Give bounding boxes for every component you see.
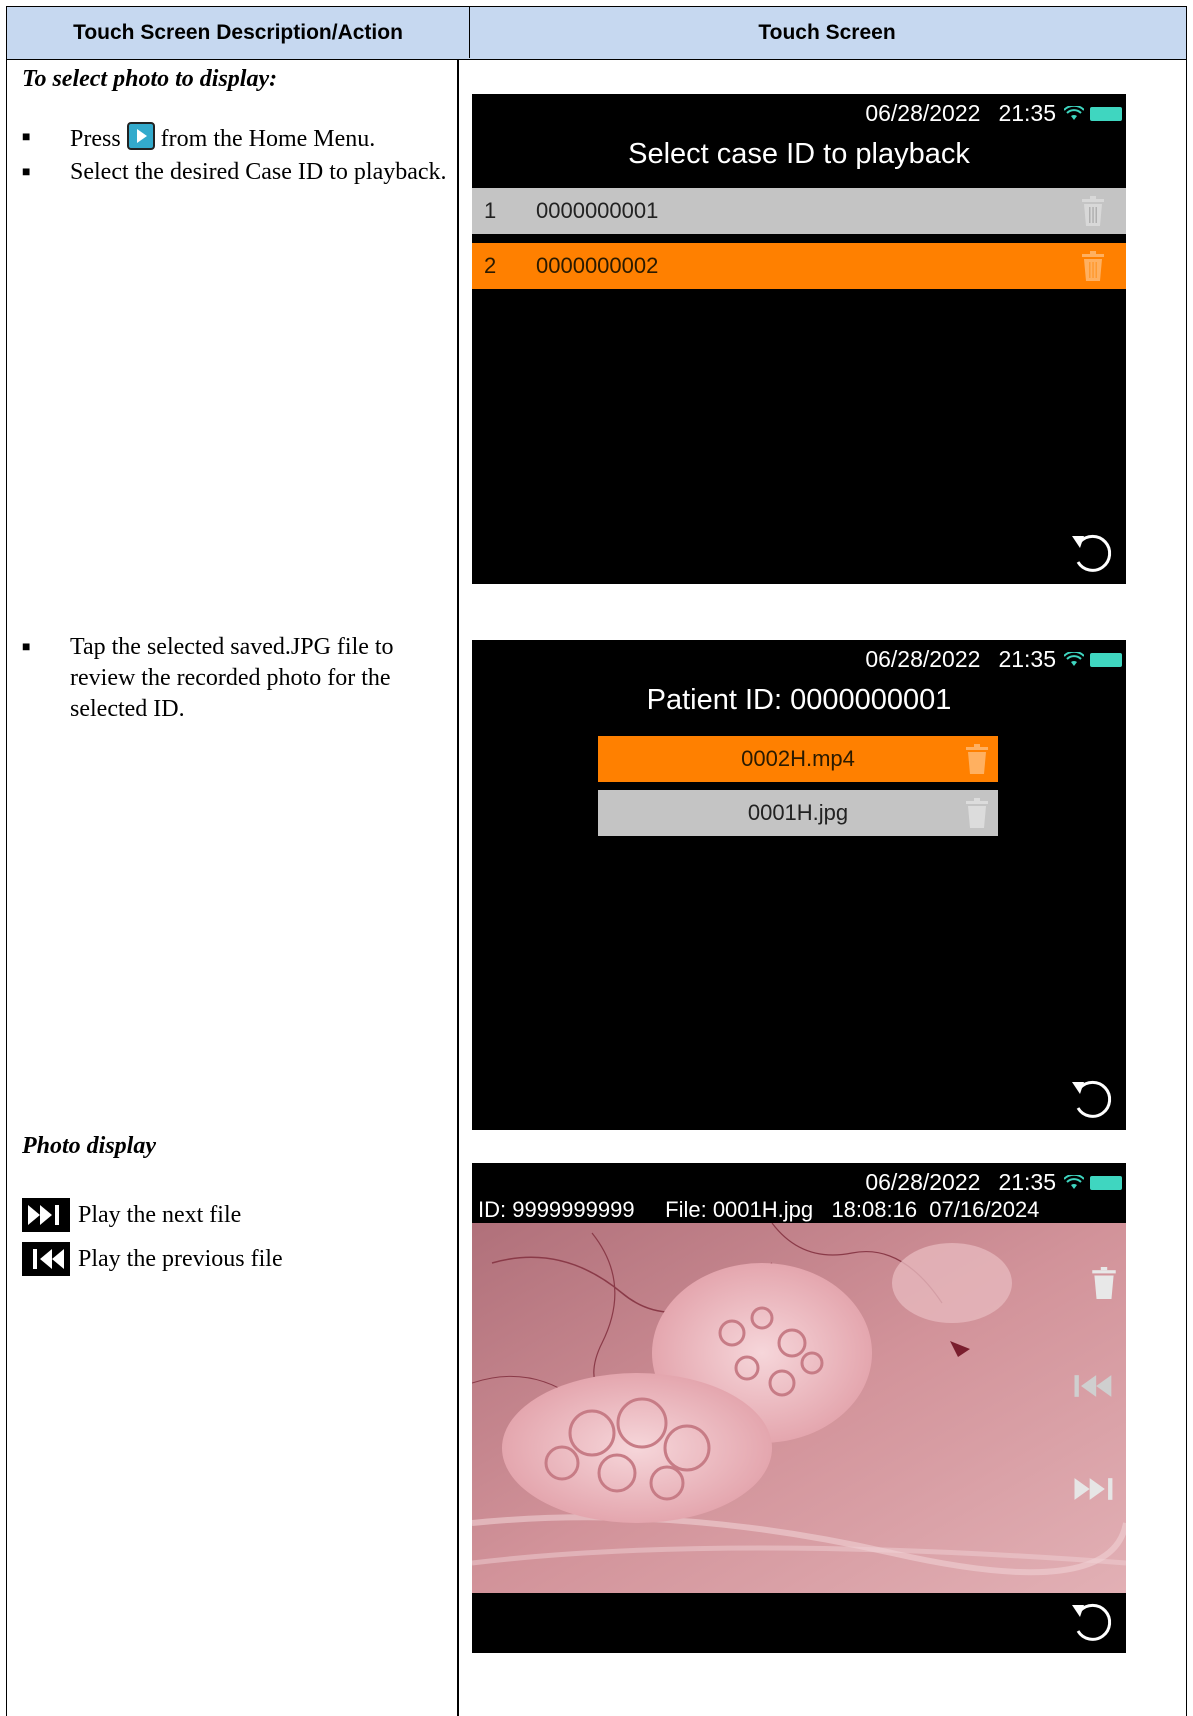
next-file-icon[interactable] [1072,1476,1116,1502]
previous-file-icon [22,1242,70,1276]
status-bar: 06/28/2022 21:35 [865,646,1122,673]
photo-view[interactable] [472,1223,1126,1593]
case-row-id: 0000000001 [536,198,659,223]
bullet-text: Press from the Home Menu. [70,122,460,155]
table-header: Touch Screen Description/Action Touch Sc… [6,6,1187,60]
column-divider [457,60,459,1716]
header-description: Touch Screen Description/Action [7,7,470,58]
tissue-photo [472,1223,1126,1593]
trash-icon[interactable] [1082,251,1104,281]
battery-icon [1090,652,1122,667]
status-date: 06/28/2022 [865,100,981,126]
battery-icon [1090,106,1122,121]
undo-icon[interactable] [1070,530,1116,576]
trash-icon[interactable] [966,798,988,828]
previous-file-icon[interactable] [1072,1373,1116,1399]
file-row-name: 0002H.mp4 [741,746,855,771]
undo-icon[interactable] [1070,1599,1116,1645]
status-time: 21:35 [998,100,1056,126]
bullet-glyph: ■ [22,640,31,655]
wifi-icon [1064,105,1084,120]
status-bar: 06/28/2022 21:35 [865,100,1122,127]
next-file-icon [22,1198,70,1232]
bullet-glyph: ■ [22,130,31,145]
case-row-id: 0000000002 [536,253,659,278]
trash-icon[interactable] [1092,1267,1116,1299]
bullet-tap-jpg: ■ Tap the selected saved.JPG file to rev… [22,632,442,725]
battery-icon [1090,1175,1122,1190]
bullet-press-play: ■ Press from the Home Menu. [22,122,442,153]
status-date: 06/28/2022 [865,646,981,672]
status-bar: 06/28/2022 21:35 [865,1169,1122,1196]
case-row-number: 1 [484,198,497,223]
bullet-select-case: ■ Select the desired Case ID to playback… [22,157,447,219]
status-date: 06/28/2022 [865,1169,981,1195]
case-row[interactable]: 2 0000000002 [472,243,1126,289]
screen-title: Patient ID: 0000000001 [646,684,952,716]
file-row[interactable]: 0002H.mp4 [598,736,998,782]
wifi-icon [1064,1174,1084,1189]
play-icon [126,122,155,150]
legend-previous-file: Play the previous file [22,1242,283,1276]
status-time: 21:35 [998,1169,1056,1195]
case-row[interactable]: 1 0000000001 [472,188,1126,234]
bullet-glyph: ■ [22,165,31,180]
screen-photo-display: 06/28/2022 21:35 ID: 9999999999 File: 00… [472,1163,1126,1653]
screen-select-case: 06/28/2022 21:35 Select case ID to playb… [472,94,1126,584]
legend-next-label: Play the next file [78,1201,242,1228]
trash-icon[interactable] [966,744,988,774]
bullet-text: Select the desired Case ID to playback. [70,159,447,185]
screen-patient-files: 06/28/2022 21:35 Patient ID: 0000000001 … [472,640,1126,1130]
legend-next-file: Play the next file [22,1198,241,1232]
section-title-photo-display: Photo display [22,1133,157,1159]
trash-icon[interactable] [1082,196,1104,226]
undo-icon[interactable] [1070,1076,1116,1122]
bullet-text-press: Press [70,126,121,152]
file-info-line: ID: 9999999999 File: 0001H.jpg 18:08:16 … [478,1197,1040,1222]
header-touch-screen: Touch Screen [758,20,896,44]
legend-previous-label: Play the previous file [78,1245,283,1272]
screen-title: Select case ID to playback [628,138,970,170]
status-time: 21:35 [998,646,1056,672]
case-row-number: 2 [484,253,497,278]
file-row-name: 0001H.jpg [747,800,849,825]
bullet-text: Tap the selected saved.JPG file to revie… [70,634,394,722]
section-title-select-photo: To select photo to display: [22,66,278,92]
wifi-icon [1064,651,1084,666]
bullet-text-home: from the Home Menu. [160,126,376,152]
file-row[interactable]: 0001H.jpg [598,790,998,836]
